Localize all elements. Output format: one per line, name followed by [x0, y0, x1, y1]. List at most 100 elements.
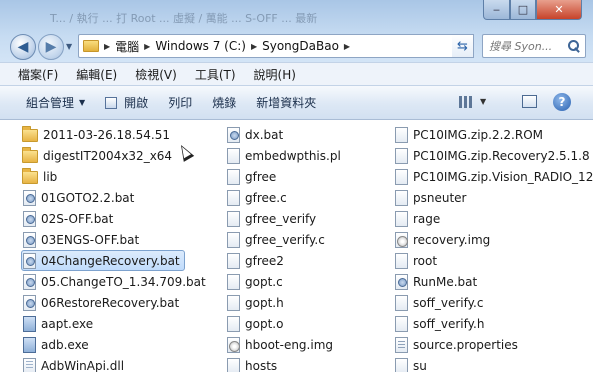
file-item[interactable]: dx.bat [226, 124, 283, 145]
chevron-right-icon[interactable]: ▶ [104, 42, 110, 51]
file-name: gopt.c [245, 274, 283, 289]
file-icon [227, 210, 240, 227]
file-item[interactable]: 05.ChangeTO_1.34.709.bat [22, 271, 206, 292]
file-item[interactable]: gopt.c [226, 271, 283, 292]
menu-edit[interactable]: 編輯(E) [67, 66, 126, 83]
bat-icon [23, 210, 36, 227]
recent-pages-dropdown[interactable]: ▼ [66, 42, 72, 51]
file-item[interactable]: gfree_verify [226, 208, 316, 229]
print-button[interactable]: 列印 [158, 94, 202, 111]
file-item[interactable]: hosts [226, 355, 277, 372]
menu-help[interactable]: 說明(H) [245, 66, 305, 83]
title-bar: T... / 執行 ... 打 Root ... 虛擬 / 萬能 ... S-O… [0, 0, 593, 62]
file-item[interactable]: digestIT2004x32_x64 [22, 145, 172, 166]
chevron-right-icon[interactable]: ▶ [144, 42, 150, 51]
file-item[interactable]: psneuter [394, 187, 466, 208]
menu-file[interactable]: 檔案(F) [0, 66, 67, 83]
img-icon [227, 336, 240, 353]
back-button[interactable]: ◀ [10, 34, 36, 60]
search-box[interactable] [482, 34, 586, 58]
file-item[interactable]: source.properties [394, 334, 518, 355]
folder-icon [22, 147, 38, 163]
file-icon [395, 252, 408, 269]
dll-icon [23, 357, 36, 372]
file-name: soff_verify.c [413, 295, 484, 310]
minimize-button[interactable]: ‒ [483, 0, 510, 20]
file-item[interactable]: su [394, 355, 427, 372]
breadcrumb-computer[interactable]: 電腦 [115, 38, 139, 55]
menu-view[interactable]: 檢視(V) [126, 66, 186, 83]
chevron-down-icon: ▼ [79, 98, 86, 107]
file-item[interactable]: 04ChangeRecovery.bat [21, 250, 185, 271]
file-name: RunMe.bat [413, 274, 478, 289]
file-name: 04ChangeRecovery.bat [41, 253, 180, 268]
menu-tools[interactable]: 工具(T) [186, 66, 245, 83]
view-options-icon[interactable] [459, 96, 473, 108]
file-name: adb.exe [41, 337, 89, 352]
file-item[interactable]: lib [22, 166, 57, 187]
bat-icon [23, 252, 36, 269]
file-icon [227, 252, 240, 269]
bat-icon [395, 273, 408, 290]
folder-icon [22, 126, 38, 142]
file-list: 2011-03-26.18.54.51 digestIT2004x32_x64 li… [0, 120, 593, 372]
file-item[interactable]: root [394, 250, 437, 271]
file-item[interactable]: PC10IMG.zip.Vision_RADIO_12 [394, 166, 593, 187]
chevron-right-icon[interactable]: ▶ [251, 42, 257, 51]
file-item[interactable]: soff_verify.h [394, 313, 484, 334]
file-name: root [413, 253, 438, 268]
bat-icon [23, 189, 36, 206]
file-item[interactable]: gopt.o [226, 313, 283, 334]
bat-icon [23, 294, 36, 311]
forward-button[interactable]: ▶ [38, 34, 64, 60]
file-item[interactable]: 03ENGS-OFF.bat [22, 229, 139, 250]
file-item[interactable]: soff_verify.c [394, 292, 483, 313]
file-item[interactable]: hboot-eng.img [226, 334, 333, 355]
file-item[interactable]: 2011-03-26.18.54.51 [22, 124, 170, 145]
file-item[interactable]: gfree_verify.c [226, 229, 325, 250]
bat-icon [227, 126, 240, 143]
file-icon [227, 231, 240, 248]
burn-button[interactable]: 燒錄 [202, 94, 246, 111]
file-name: AdbWinApi.dll [41, 358, 125, 372]
file-item[interactable]: aapt.exe [22, 313, 93, 334]
file-name: 02S-OFF.bat [41, 211, 114, 226]
breadcrumb-drive[interactable]: Windows 7 (C:) [155, 39, 246, 53]
preview-pane-icon[interactable] [522, 95, 537, 108]
file-item[interactable]: PC10IMG.zip.Recovery2.5.1.8 [394, 145, 590, 166]
file-item[interactable]: gopt.h [226, 292, 284, 313]
chevron-down-icon[interactable]: ▼ [480, 97, 486, 106]
file-item[interactable]: recovery.img [394, 229, 490, 250]
help-icon[interactable]: ? [553, 93, 571, 111]
organize-button[interactable]: 組合管理 ▼ [0, 94, 95, 111]
menu-bar: 檔案(F) 編輯(E) 檢視(V) 工具(T) 說明(H) [0, 62, 593, 86]
file-item[interactable]: 01GOTO2.2.bat [22, 187, 134, 208]
close-button[interactable]: ✕ [536, 0, 582, 20]
chevron-right-icon[interactable]: ▶ [344, 42, 350, 51]
file-item[interactable]: PC10IMG.zip.2.2.ROM [394, 124, 543, 145]
file-name: gfree2 [245, 253, 284, 268]
maximize-button[interactable]: □ [510, 0, 536, 20]
file-item[interactable]: AdbWinApi.dll [22, 355, 124, 372]
bat-icon [23, 231, 36, 248]
file-item[interactable]: rage [394, 208, 440, 229]
file-item[interactable]: RunMe.bat [394, 271, 477, 292]
file-name: 06RestoreRecovery.bat [41, 295, 180, 310]
breadcrumb-folder[interactable]: SyongDaBao [262, 39, 339, 53]
refresh-button[interactable]: ⇆ [452, 34, 474, 58]
search-input[interactable] [489, 39, 567, 53]
file-item[interactable]: embedwpthis.pl [226, 145, 341, 166]
file-item[interactable]: adb.exe [22, 334, 89, 355]
file-name: gopt.h [245, 295, 284, 310]
new-folder-button[interactable]: 新增資料夾 [246, 94, 326, 111]
file-item[interactable]: 02S-OFF.bat [22, 208, 113, 229]
open-button[interactable]: 開啟 [95, 94, 158, 111]
file-item[interactable]: gfree [226, 166, 276, 187]
address-bar[interactable]: ▶ 電腦 ▶ Windows 7 (C:) ▶ SyongDaBao ▶ ▼ [78, 34, 472, 58]
file-item[interactable]: gfree2 [226, 250, 284, 271]
file-item[interactable]: 06RestoreRecovery.bat [22, 292, 179, 313]
file-name: gfree [245, 169, 277, 184]
search-icon[interactable] [568, 40, 580, 52]
file-item[interactable]: gfree.c [226, 187, 287, 208]
file-icon [395, 189, 408, 206]
